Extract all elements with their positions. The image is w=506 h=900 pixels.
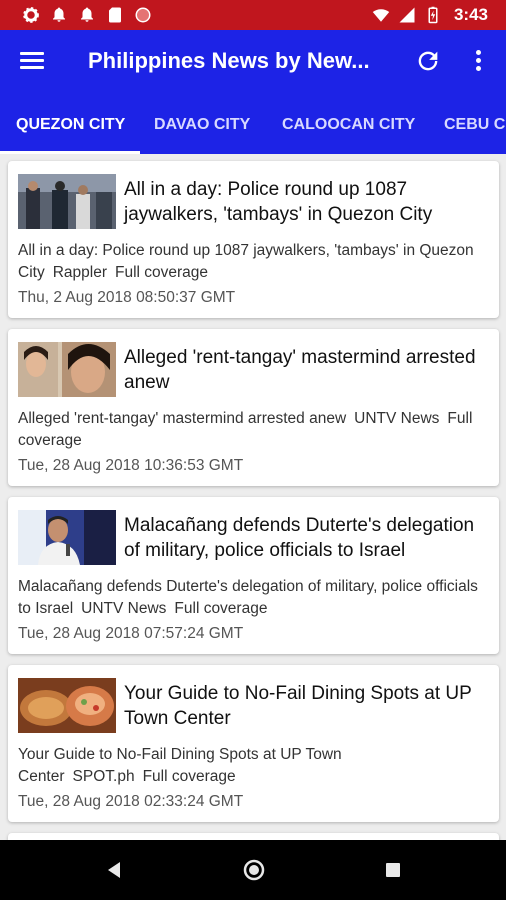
news-summary: Alleged 'rent-tangay' mastermind arreste… — [18, 410, 347, 427]
news-title: Your Guide to No-Fail Dining Spots at UP… — [124, 683, 472, 729]
news-date: Tue, 28 Aug 2018 07:57:24 GMT — [18, 625, 244, 642]
recent-apps-icon[interactable] — [385, 862, 401, 878]
tab-davao-city[interactable]: DAVAO CITY — [154, 94, 250, 154]
full-coverage-link[interactable]: Full coverage — [115, 264, 208, 281]
sd-card-icon — [109, 7, 121, 23]
settings-icon — [23, 7, 39, 23]
tab-caloocan-city[interactable]: CALOOCAN CITY — [282, 94, 415, 154]
news-card[interactable]: All in a day: Police round up 1087 jaywa… — [8, 161, 499, 318]
tab-cebu-city[interactable]: CEBU CI — [444, 94, 506, 154]
news-date: Thu, 2 Aug 2018 08:50:37 GMT — [18, 289, 236, 306]
news-thumbnail — [18, 678, 116, 733]
news-list: All in a day: Police round up 1087 jaywa… — [0, 154, 506, 840]
tab-quezon-city[interactable]: QUEZON CITY — [16, 94, 125, 154]
record-icon — [135, 7, 151, 23]
news-description: All in a day: Police round up 1087 jaywa… — [18, 240, 488, 284]
news-source: SPOT.ph — [72, 768, 135, 785]
notification-bell-icon — [53, 7, 65, 22]
home-icon[interactable] — [243, 859, 265, 881]
news-card[interactable]: Malacañang defends Duterte's delegation … — [8, 497, 499, 654]
news-title: All in a day: Police round up 1087 jaywa… — [124, 179, 433, 225]
signal-icon — [399, 7, 415, 23]
menu-icon[interactable] — [20, 48, 50, 76]
battery-icon — [428, 6, 438, 24]
news-thumbnail — [18, 174, 116, 229]
full-coverage-link[interactable]: Full coverage — [143, 768, 236, 785]
app-title: Philippines News by New... — [88, 48, 370, 73]
news-thumbnail — [18, 510, 116, 565]
news-card[interactable]: Alleged 'rent-tangay' mastermind arreste… — [8, 329, 499, 486]
refresh-icon[interactable] — [414, 47, 442, 75]
news-date: Tue, 28 Aug 2018 02:33:24 GMT — [18, 793, 244, 810]
app-bar: Philippines News by New... — [0, 30, 506, 94]
news-card[interactable] — [8, 833, 499, 840]
news-source: Rappler — [52, 264, 107, 281]
wifi-icon — [372, 9, 390, 22]
full-coverage-link[interactable]: Full coverage — [174, 600, 267, 617]
status-bar: 3:43 — [0, 0, 506, 30]
news-description: Malacañang defends Duterte's delegation … — [18, 576, 488, 620]
news-title: Alleged 'rent-tangay' mastermind arreste… — [124, 347, 476, 393]
news-description: Alleged 'rent-tangay' mastermind arreste… — [18, 408, 488, 452]
news-thumbnail — [18, 342, 116, 397]
notification-bell-icon — [81, 7, 93, 22]
tab-bar: QUEZON CITY DAVAO CITY CALOOCAN CITY CEB… — [0, 94, 506, 154]
news-source: UNTV News — [354, 410, 440, 427]
back-icon[interactable] — [104, 860, 124, 880]
clock: 3:43 — [453, 5, 488, 24]
news-date: Tue, 28 Aug 2018 10:36:53 GMT — [18, 457, 244, 474]
news-title: Malacañang defends Duterte's delegation … — [124, 515, 475, 561]
news-source: UNTV News — [81, 600, 167, 617]
news-card[interactable]: Your Guide to No-Fail Dining Spots at UP… — [8, 665, 499, 822]
system-nav-bar — [0, 840, 506, 900]
more-options-icon[interactable] — [468, 47, 488, 77]
news-description: Your Guide to No-Fail Dining Spots at UP… — [18, 744, 488, 788]
